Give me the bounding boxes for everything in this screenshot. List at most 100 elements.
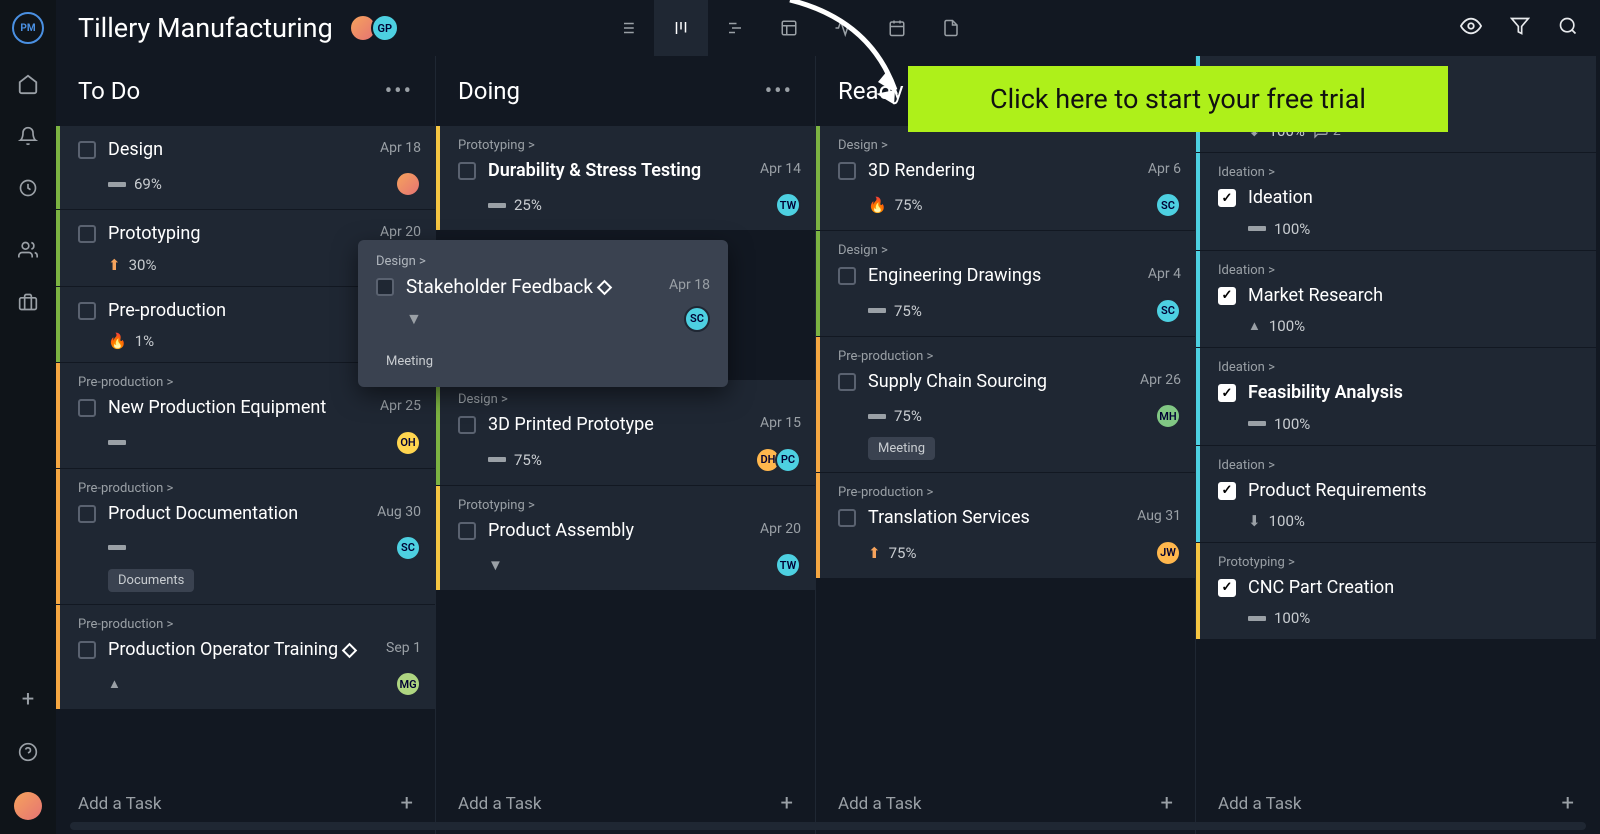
add-icon[interactable]: + [22, 687, 34, 712]
task-checkbox[interactable] [838, 162, 856, 180]
home-icon[interactable] [16, 72, 40, 96]
column-menu-icon[interactable]: ••• [385, 79, 413, 104]
task-card[interactable]: Design Apr 18 69% [56, 126, 435, 209]
project-members[interactable]: GP [355, 14, 399, 42]
task-checkbox[interactable] [458, 416, 476, 434]
priority-urgent-icon: 🔥 [108, 332, 127, 350]
card-date: Apr 20 [760, 521, 801, 537]
task-checkbox[interactable] [78, 141, 96, 159]
plus-icon: + [1161, 791, 1173, 816]
card-progress: 1% [135, 332, 154, 350]
assignee-avatar: MG [395, 671, 421, 697]
people-icon[interactable] [16, 238, 40, 262]
help-icon[interactable] [16, 740, 40, 764]
card-breadcrumb: Prototyping > [1218, 555, 1582, 570]
card-title: Design [108, 138, 368, 161]
card-breadcrumb: Ideation > [1218, 165, 1582, 180]
briefcase-icon[interactable] [16, 290, 40, 314]
column-menu-icon[interactable]: ••• [765, 79, 793, 104]
task-checkbox[interactable] [78, 399, 96, 417]
task-checkbox[interactable]: ✓ [1218, 384, 1236, 402]
file-view-tab[interactable] [924, 0, 978, 56]
card-breadcrumb: Design > [838, 138, 1181, 153]
assignees [401, 171, 421, 197]
horizontal-scrollbar[interactable] [70, 822, 1586, 830]
task-card[interactable]: Prototyping > ✓ CNC Part Creation 100% [1196, 543, 1596, 639]
task-card[interactable]: Ideation > ✓ Ideation 100% [1196, 153, 1596, 249]
task-card[interactable]: Design > 3D Printed Prototype Apr 15 75%… [436, 380, 815, 484]
bell-icon[interactable] [16, 124, 40, 148]
card-date: Apr 14 [760, 161, 801, 177]
column-header: To Do ••• [56, 56, 435, 126]
visibility-icon[interactable] [1460, 15, 1482, 41]
assignee-avatar: JW [1155, 540, 1181, 566]
task-card[interactable]: Prototyping > Product Assembly Apr 20 ▼ … [436, 486, 815, 590]
card-title: Durability & Stress Testing [488, 159, 748, 182]
app-logo[interactable]: PM [12, 12, 44, 44]
search-icon[interactable] [1558, 16, 1578, 40]
card-breadcrumb: Ideation > [1218, 360, 1582, 375]
task-card[interactable]: Prototyping > Durability & Stress Testin… [436, 126, 815, 230]
task-checkbox[interactable] [838, 509, 856, 527]
activity-view-tab[interactable] [816, 0, 870, 56]
task-checkbox[interactable] [458, 522, 476, 540]
filter-icon[interactable] [1510, 16, 1530, 40]
clock-icon[interactable] [16, 176, 40, 200]
card-breadcrumb: Prototyping > [458, 498, 801, 513]
task-checkbox[interactable] [78, 302, 96, 320]
task-card[interactable]: Ideation > ✓ Market Research ▲ 100% [1196, 251, 1596, 347]
topbar-actions [1460, 0, 1578, 56]
card-tag: Meeting [376, 350, 443, 373]
task-card[interactable]: Design > Engineering Drawings Apr 4 75% … [816, 231, 1195, 335]
task-checkbox[interactable] [376, 278, 394, 296]
task-card[interactable]: Ideation > ✓ Feasibility Analysis 100% [1196, 348, 1596, 444]
free-trial-cta[interactable]: Click here to start your free trial [908, 66, 1448, 132]
member-avatar: GP [371, 14, 399, 42]
card-progress: 75% [894, 407, 922, 425]
task-card[interactable]: Pre-production > Production Operator Tra… [56, 605, 435, 709]
task-checkbox[interactable]: ✓ [1218, 579, 1236, 597]
card-date: Apr 18 [669, 277, 710, 293]
chevron-down-icon: ▼ [488, 556, 503, 574]
priority-medium-icon [108, 182, 126, 187]
gantt-view-tab[interactable] [708, 0, 762, 56]
task-checkbox[interactable] [78, 505, 96, 523]
task-checkbox[interactable] [78, 641, 96, 659]
chevron-down-icon[interactable]: ▼ [406, 309, 422, 329]
assignees: MG [401, 671, 421, 697]
board-view-tab[interactable] [654, 0, 708, 56]
current-user-avatar[interactable] [14, 792, 42, 820]
card-title: CNC Part Creation [1248, 576, 1582, 599]
board-column: Doing ••• Prototyping > Durability & Str… [436, 56, 816, 834]
board-column: To Do ••• Design Apr 18 69% Prototyping … [56, 56, 436, 834]
task-checkbox[interactable]: ✓ [1218, 482, 1236, 500]
task-checkbox[interactable] [78, 225, 96, 243]
task-checkbox[interactable] [838, 267, 856, 285]
task-card[interactable]: Pre-production > Supply Chain Sourcing A… [816, 337, 1195, 472]
list-view-tab[interactable] [600, 0, 654, 56]
task-checkbox[interactable] [458, 162, 476, 180]
card-progress: 75% [894, 302, 922, 320]
task-card[interactable]: Pre-production > Product Documentation A… [56, 469, 435, 604]
assignee-avatar: PC [775, 447, 801, 473]
task-checkbox[interactable] [838, 373, 856, 391]
priority-medium-icon [488, 457, 506, 462]
dragging-card[interactable]: Design > Stakeholder Feedback Apr 18 ▼ S… [358, 240, 728, 387]
plus-icon: + [781, 791, 793, 816]
task-card[interactable]: Pre-production > Translation Services Au… [816, 473, 1195, 577]
priority-high-icon: ⬆ [108, 256, 121, 274]
priority-urgent-icon: 🔥 [868, 196, 887, 214]
card-tag: Documents [108, 569, 194, 592]
priority-medium-icon [108, 440, 126, 445]
calendar-view-tab[interactable] [870, 0, 924, 56]
sheet-view-tab[interactable] [762, 0, 816, 56]
assignees: TW [781, 192, 801, 218]
assignee-avatar: MH [1155, 403, 1181, 429]
task-card[interactable]: Ideation > ✓ Product Requirements ⬇ 100% [1196, 446, 1596, 542]
assignee-avatar: SC [684, 306, 710, 332]
task-checkbox[interactable]: ✓ [1218, 287, 1236, 305]
task-checkbox[interactable]: ✓ [1218, 189, 1236, 207]
project-title: Tillery Manufacturing [78, 12, 333, 44]
card-progress: 75% [889, 544, 917, 562]
task-card[interactable]: Design > 3D Rendering Apr 6 🔥 75% SC [816, 126, 1195, 230]
